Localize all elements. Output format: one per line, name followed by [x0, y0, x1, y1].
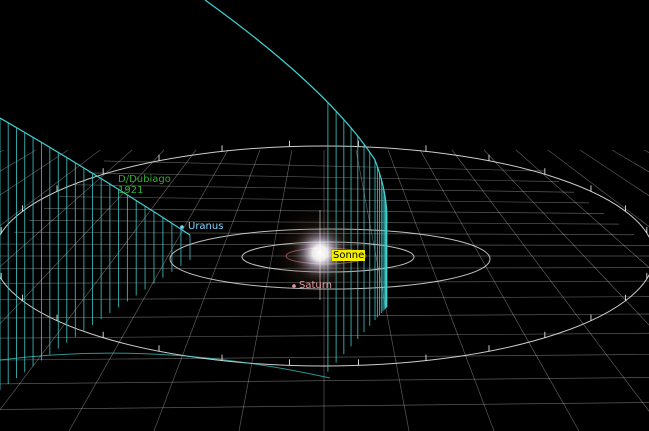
sun-label[interactable]: Sonne [332, 250, 366, 261]
grid-line [579, 149, 649, 197]
grid-line [0, 313, 649, 319]
grid-line [0, 149, 133, 268]
grid-line [0, 354, 649, 361]
grid-line [0, 149, 5, 153]
comet-orbit[interactable] [0, 0, 388, 390]
grid-line [0, 402, 649, 410]
comet-year: 1921 [118, 185, 144, 196]
comet-orbit-arc-right [204, 0, 388, 231]
grid-line [643, 149, 649, 154]
grid-line [515, 149, 649, 268]
grid-line [0, 149, 37, 172]
comet-label[interactable]: D/Dubiago 1921 [118, 174, 171, 196]
solar-system-3d-view[interactable] [0, 0, 649, 431]
uranus-label[interactable]: Uranus [188, 221, 223, 232]
uranus-marker[interactable] [180, 225, 184, 229]
comet-name: D/Dubiago [118, 174, 171, 185]
grid-line [387, 149, 495, 431]
saturn-label[interactable]: Saturn [299, 280, 332, 291]
saturn-marker[interactable] [292, 284, 296, 288]
